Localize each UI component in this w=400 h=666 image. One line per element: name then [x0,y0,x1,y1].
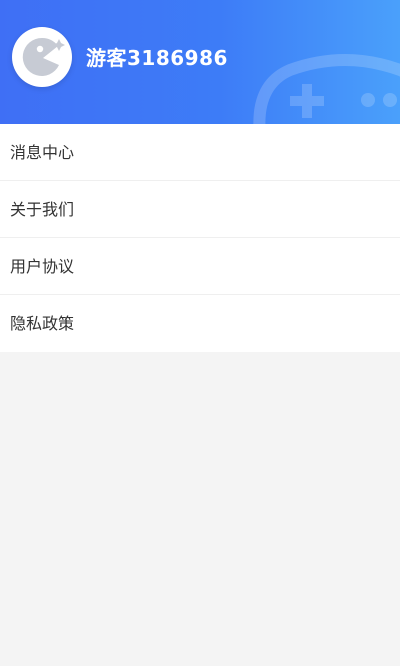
menu-item-privacy-policy[interactable]: 隐私政策 [0,295,400,352]
pacman-face-icon [15,30,69,84]
menu-item-user-agreement[interactable]: 用户协议 [0,238,400,295]
menu-item-about-us[interactable]: 关于我们 [0,181,400,238]
settings-menu: 消息中心 关于我们 用户协议 隐私政策 [0,124,400,352]
avatar[interactable] [12,27,72,87]
profile-header: 游客3186986 [0,0,400,124]
username: 游客3186986 [86,46,228,70]
gamepad-icon [253,54,400,124]
menu-item-message-center[interactable]: 消息中心 [0,124,400,181]
